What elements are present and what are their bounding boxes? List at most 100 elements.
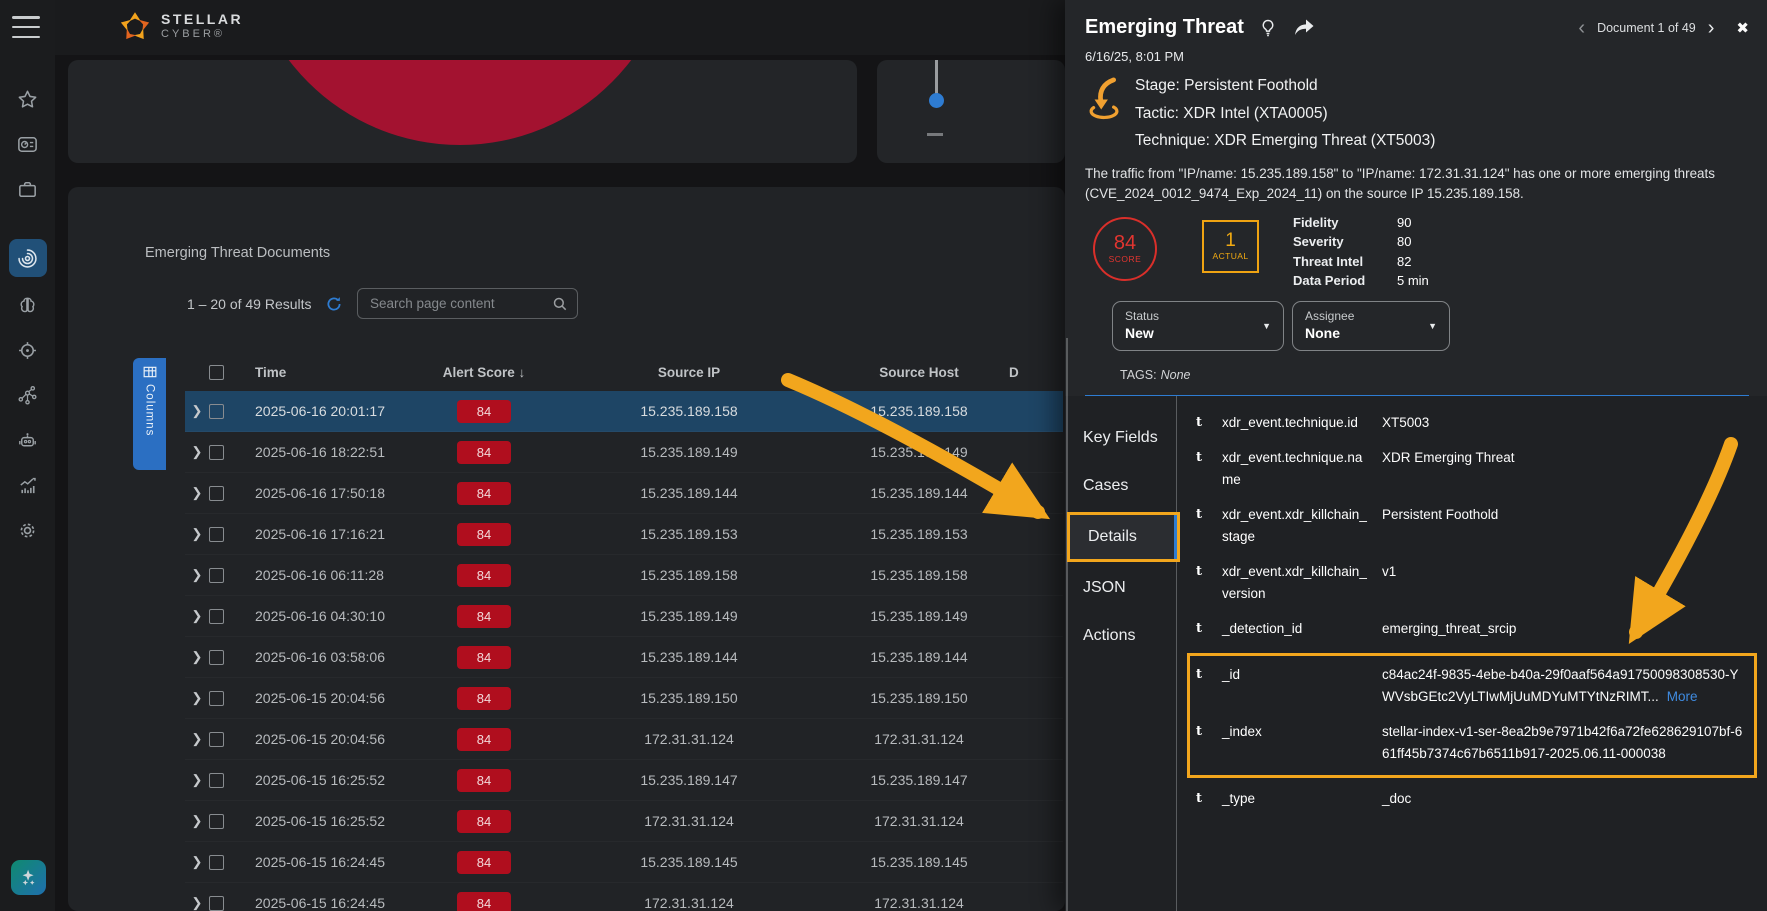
prev-document-chevron-icon[interactable]: ‹: [1578, 18, 1585, 38]
row-checkbox[interactable]: [209, 732, 224, 747]
row-expand-chevron-icon[interactable]: ❯: [185, 649, 209, 665]
field-name[interactable]: xdr_event.xdr_killchain_stage: [1222, 504, 1382, 548]
field-value: emerging_threat_srcip: [1382, 618, 1757, 640]
row-checkbox[interactable]: [209, 691, 224, 706]
tab-json[interactable]: JSON: [1065, 564, 1176, 612]
field-name[interactable]: _id: [1222, 664, 1382, 686]
status-dropdown[interactable]: Status New ▼: [1112, 301, 1284, 351]
row-checkbox[interactable]: [209, 486, 224, 501]
more-link[interactable]: More: [1667, 689, 1698, 704]
close-panel-icon[interactable]: ✖: [1736, 19, 1749, 37]
row-expand-chevron-icon[interactable]: ❯: [185, 403, 209, 419]
tab-cases[interactable]: Cases: [1065, 462, 1176, 510]
sidebar-item-analytics-chart-icon[interactable]: [9, 468, 47, 502]
row-checkbox[interactable]: [209, 404, 224, 419]
row-expand-chevron-icon[interactable]: ❯: [185, 772, 209, 788]
tab-key-fields[interactable]: Key Fields: [1065, 414, 1176, 462]
cell-source-ip: 15.235.189.158: [539, 403, 839, 419]
sidebar-item-gear-icon[interactable]: [9, 513, 47, 547]
sidebar-item-target-icon[interactable]: [9, 333, 47, 367]
refresh-icon[interactable]: [325, 295, 343, 313]
field-name[interactable]: _detection_id: [1222, 618, 1382, 640]
row-checkbox[interactable]: [209, 814, 224, 829]
threat-description: The traffic from "IP/name: 15.235.189.15…: [1085, 164, 1749, 205]
cell-alert-score: 84: [429, 646, 539, 669]
row-checkbox[interactable]: [209, 896, 224, 911]
field-name[interactable]: xdr_event.technique.name: [1222, 447, 1382, 491]
header-source-host[interactable]: Source Host: [839, 365, 999, 380]
sidebar-item-detections-radar-icon[interactable]: [9, 239, 47, 277]
field-name[interactable]: xdr_event.xdr_killchain_version: [1222, 561, 1382, 605]
assignee-dropdown[interactable]: Assignee None ▼: [1292, 301, 1450, 351]
stellar-cyber-logo[interactable]: STELLAR CYBER®: [118, 9, 243, 43]
alert-score-badge: 84: [457, 769, 511, 792]
vertical-slider-handle[interactable]: [929, 93, 944, 108]
share-forward-icon[interactable]: [1292, 18, 1316, 38]
header-source-ip[interactable]: Source IP: [539, 365, 839, 380]
documents-card-title: Emerging Threat Documents: [145, 245, 330, 261]
select-all-checkbox[interactable]: [209, 365, 224, 380]
document-position: Document 1 of 49: [1597, 21, 1696, 35]
row-expand-chevron-icon[interactable]: ❯: [185, 526, 209, 542]
table-row[interactable]: ❯2025-06-16 06:11:288415.235.189.15815.2…: [185, 555, 1063, 596]
sidebar-item-network-graph-icon[interactable]: [9, 378, 47, 412]
cell-alert-score: 84: [429, 441, 539, 464]
table-row[interactable]: ❯2025-06-16 17:50:188415.235.189.14415.2…: [185, 473, 1063, 514]
table-row[interactable]: ❯2025-06-16 03:58:068415.235.189.14415.2…: [185, 637, 1063, 678]
table-row[interactable]: ❯2025-06-16 04:30:108415.235.189.14915.2…: [185, 596, 1063, 637]
alert-score-badge: 84: [457, 646, 511, 669]
row-checkbox[interactable]: [209, 773, 224, 788]
row-expand-chevron-icon[interactable]: ❯: [185, 608, 209, 624]
tab-details[interactable]: Details: [1070, 515, 1177, 559]
search-icon[interactable]: [551, 295, 569, 313]
row-expand-chevron-icon[interactable]: ❯: [185, 567, 209, 583]
sidebar-item-star-icon[interactable]: [9, 82, 47, 116]
table-row[interactable]: ❯2025-06-16 20:01:178415.235.189.15815.2…: [185, 391, 1063, 432]
row-checkbox[interactable]: [209, 568, 224, 583]
ai-sparkles-icon[interactable]: [11, 860, 46, 895]
table-row[interactable]: ❯2025-06-15 16:25:5284172.31.31.124172.3…: [185, 801, 1063, 842]
table-row[interactable]: ❯2025-06-15 16:25:528415.235.189.14715.2…: [185, 760, 1063, 801]
table-row[interactable]: ❯2025-06-15 16:24:458415.235.189.14515.2…: [185, 842, 1063, 883]
cell-alert-score: 84: [429, 687, 539, 710]
cell-source-host: 172.31.31.124: [839, 813, 999, 829]
row-checkbox[interactable]: [209, 609, 224, 624]
table-row[interactable]: ❯2025-06-16 17:16:218415.235.189.15315.2…: [185, 514, 1063, 555]
row-expand-chevron-icon[interactable]: ❯: [185, 485, 209, 501]
metric-label: Threat Intel: [1293, 254, 1397, 269]
next-document-chevron-icon[interactable]: ›: [1708, 18, 1715, 38]
header-time[interactable]: Time: [239, 365, 429, 380]
row-expand-chevron-icon[interactable]: ❯: [185, 895, 209, 911]
row-expand-chevron-icon[interactable]: ❯: [185, 444, 209, 460]
panel-scrollbar[interactable]: [1066, 338, 1068, 911]
panel-tabs-section: Key FieldsCasesDetailsJSONActions txdr_e…: [1065, 396, 1767, 911]
results-summary: 1 – 20 of 49 Results: [187, 296, 312, 312]
tab-actions[interactable]: Actions: [1065, 612, 1176, 660]
table-row[interactable]: ❯2025-06-15 20:04:5684172.31.31.124172.3…: [185, 719, 1063, 760]
field-row-_detection_id: t_detection_idemerging_threat_srcip: [1196, 618, 1757, 640]
hamburger-menu-icon[interactable]: [12, 16, 40, 38]
row-checkbox[interactable]: [209, 650, 224, 665]
row-checkbox[interactable]: [209, 855, 224, 870]
row-expand-chevron-icon[interactable]: ❯: [185, 690, 209, 706]
table-row[interactable]: ❯2025-06-15 20:04:568415.235.189.15015.2…: [185, 678, 1063, 719]
header-alert-score[interactable]: Alert Score ↓: [429, 365, 539, 380]
field-name[interactable]: _type: [1222, 788, 1382, 810]
row-expand-chevron-icon[interactable]: ❯: [185, 854, 209, 870]
sidebar-item-dashboard-icon[interactable]: [9, 127, 47, 161]
sidebar-item-robot-icon[interactable]: [9, 423, 47, 457]
table-row[interactable]: ❯2025-06-16 18:22:518415.235.189.14915.2…: [185, 432, 1063, 473]
lightbulb-icon[interactable]: [1258, 17, 1278, 39]
panel-header-section: Emerging Threat ‹ Document 1 of 49 › ✖ 6…: [1065, 0, 1767, 396]
sidebar-item-briefcase-icon[interactable]: [9, 172, 47, 206]
sidebar-item-brain-icon[interactable]: [9, 288, 47, 322]
field-name[interactable]: xdr_event.technique.id: [1222, 412, 1382, 434]
row-expand-chevron-icon[interactable]: ❯: [185, 813, 209, 829]
search-input[interactable]: [370, 296, 551, 311]
row-checkbox[interactable]: [209, 527, 224, 542]
row-checkbox[interactable]: [209, 445, 224, 460]
columns-button[interactable]: Columns: [133, 358, 166, 470]
field-name[interactable]: _index: [1222, 721, 1382, 743]
table-row[interactable]: ❯2025-06-15 16:24:4584172.31.31.124172.3…: [185, 883, 1063, 911]
row-expand-chevron-icon[interactable]: ❯: [185, 731, 209, 747]
